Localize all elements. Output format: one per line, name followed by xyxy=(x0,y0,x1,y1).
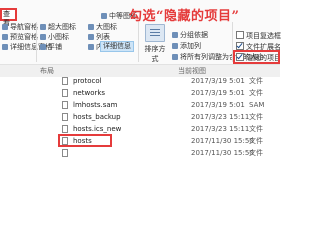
list-icon xyxy=(88,34,94,40)
item-checkboxes-toggle[interactable]: 项目复选框 xyxy=(236,31,281,41)
layout-large-icons[interactable]: 大图标 xyxy=(88,23,117,32)
file-row-networks[interactable]: networks 2017/3/19 5:01 文件 xyxy=(62,87,280,99)
group-by-icon xyxy=(172,32,178,38)
size-columns-icon xyxy=(172,54,178,60)
file-list: protocol 2017/3/19 5:01 文件 networks 2017/3/… xyxy=(0,77,280,210)
group-label-layout: 布局 xyxy=(40,67,54,75)
file-row-lmhosts[interactable]: lmhosts.sam 2017/3/19 5:01 SAM xyxy=(62,99,280,111)
item-checkboxes-checkbox[interactable] xyxy=(236,31,244,39)
preview-pane-button[interactable]: 预览窗格 xyxy=(2,33,38,42)
file-extensions-checkbox[interactable] xyxy=(236,42,244,50)
file-icon xyxy=(62,89,68,97)
hidden-items-highlight xyxy=(233,50,280,64)
file-row-protocol[interactable]: protocol 2017/3/19 5:01 文件 xyxy=(62,75,280,87)
navigation-pane-icon xyxy=(2,24,8,30)
tab-view[interactable]: 查看 xyxy=(0,8,17,27)
details-pane-icon xyxy=(2,44,8,50)
medium-icons-icon xyxy=(101,13,107,19)
tiles-icon xyxy=(40,44,46,50)
large-icons-icon xyxy=(88,24,94,30)
layout-small-icons[interactable]: 小图标 xyxy=(40,33,69,42)
ribbon-separator xyxy=(36,22,37,62)
sort-by-button[interactable]: 排序方式 xyxy=(143,24,167,63)
group-by-button[interactable]: 分组依据 xyxy=(172,31,208,40)
ribbon: 查看 导航窗格 预览窗格 详细信息窗格 超大图标 小图标 平铺 大图标 列表 内… xyxy=(0,0,281,77)
small-icons-icon xyxy=(40,34,46,40)
file-icon xyxy=(62,125,68,133)
add-columns-icon xyxy=(172,43,178,49)
file-icon xyxy=(62,149,68,157)
file-icon xyxy=(62,101,68,109)
file-icon xyxy=(62,113,68,121)
add-columns-button[interactable]: 添加列 xyxy=(172,42,201,51)
file-icon xyxy=(62,77,68,85)
layout-extra-large-icons[interactable]: 超大图标 xyxy=(40,23,76,32)
sort-icon xyxy=(145,24,165,42)
extra-large-icons-icon xyxy=(40,24,46,30)
navigation-pane-button[interactable]: 导航窗格 xyxy=(2,23,38,32)
instruction-caption: 勾选“隐藏的项目” xyxy=(129,9,240,24)
ribbon-separator xyxy=(138,22,139,62)
layout-tiles[interactable]: 平铺 xyxy=(40,43,62,52)
file-row-hosts-backup[interactable]: hosts_backup 2017/3/23 15:11文件 xyxy=(62,111,280,123)
content-icon xyxy=(88,44,94,50)
layout-details[interactable]: 详细信息 xyxy=(100,41,134,52)
preview-pane-icon xyxy=(2,34,8,40)
hosts-highlight xyxy=(58,134,112,147)
file-row-unnamed[interactable]: 2017/11/30 15:50文件 xyxy=(62,147,280,159)
